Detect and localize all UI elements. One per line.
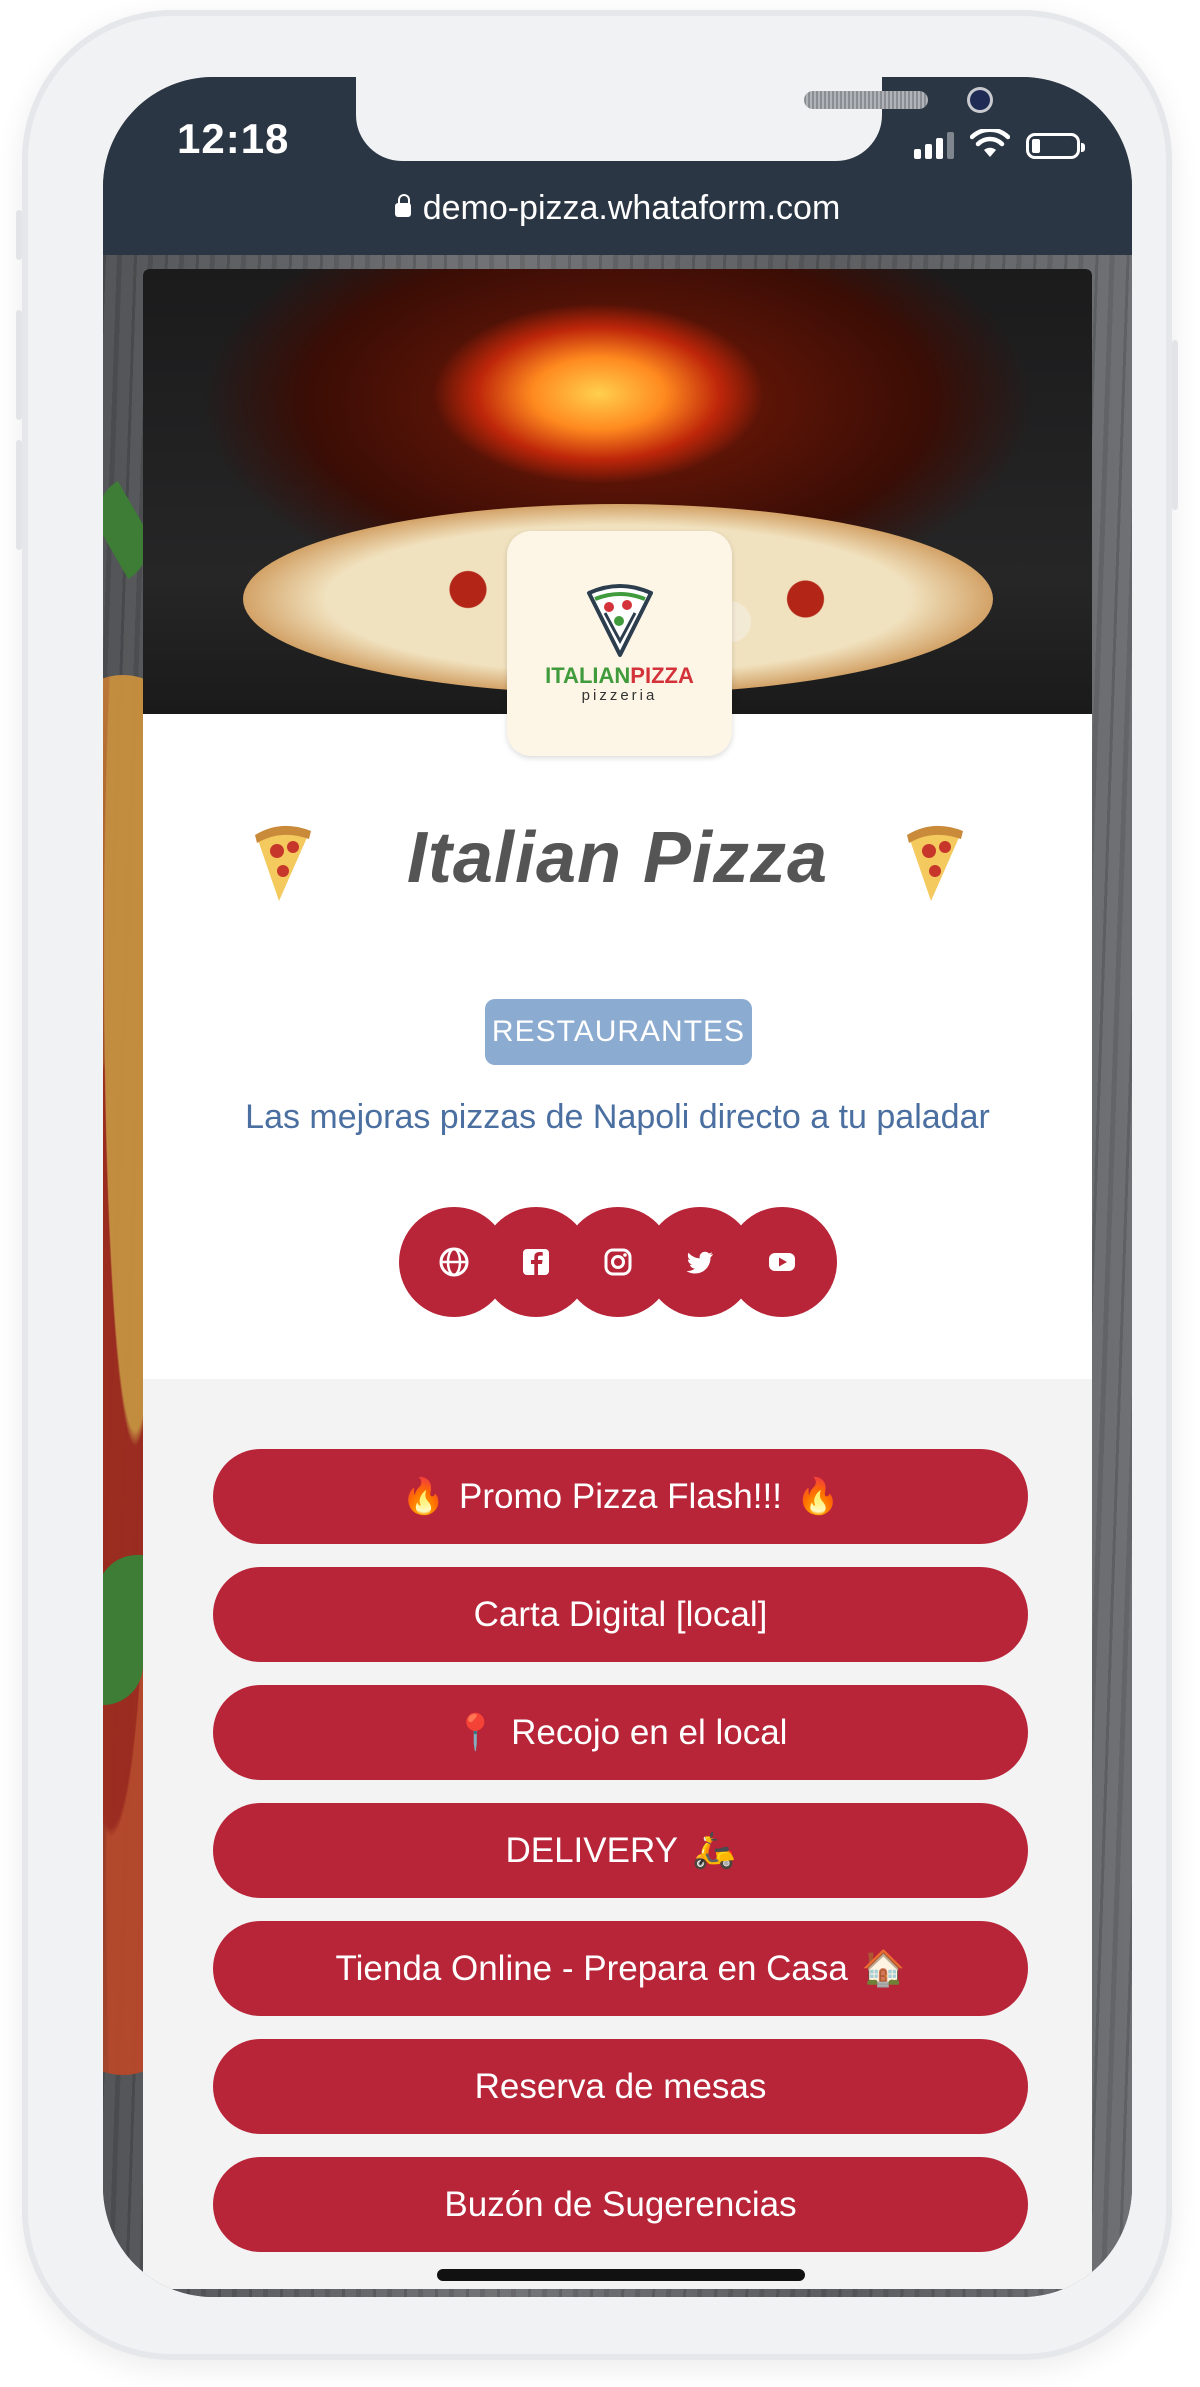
instagram-icon <box>604 1248 632 1276</box>
brand-logo: ITALIANPIZZA pizzeria <box>507 531 732 756</box>
notch <box>356 77 990 161</box>
link-label: Tienda Online - Prepara en Casa <box>335 1949 848 1988</box>
profile-card: ITALIANPIZZA pizzeria Italian Pizza REST… <box>143 269 1092 2289</box>
pizza-slice-emoji-icon <box>907 825 963 901</box>
cellular-signal-icon <box>914 131 954 159</box>
battery-icon <box>1026 133 1085 159</box>
fire-icon: 🔥 <box>401 1477 446 1516</box>
twitter-icon <box>686 1251 713 1274</box>
home-indicator[interactable] <box>437 2269 805 2281</box>
scooter-icon: 🛵 <box>691 1831 736 1870</box>
pizza-slice-logo-icon <box>586 584 653 657</box>
facebook-icon <box>523 1249 549 1275</box>
lock-icon <box>394 194 411 217</box>
link-button-reserva-mesas[interactable]: Reserva de mesas <box>213 2039 1028 2134</box>
map-pin-icon: 📍 <box>453 1713 498 1752</box>
power-button <box>1172 340 1178 510</box>
browser-top-bar: 12:18 demo-pizza.whataform.com <box>103 77 1132 255</box>
link-label: Promo Pizza Flash!!! <box>459 1477 782 1516</box>
url-text: demo-pizza.whataform.com <box>422 189 841 227</box>
globe-icon <box>439 1247 469 1277</box>
link-button-carta-digital[interactable]: Carta Digital [local] <box>213 1567 1028 1662</box>
phone-frame: 12:18 demo-pizza.whataform.com ITALIANPI… <box>16 10 1178 2360</box>
social-button-youtube[interactable] <box>727 1207 837 1317</box>
link-label: Recojo en el local <box>511 1713 788 1752</box>
basil-leaf <box>103 1555 143 1705</box>
fire-icon: 🔥 <box>795 1477 840 1516</box>
link-label: Buzón de Sugerencias <box>444 2185 797 2224</box>
volume-up-button <box>16 310 22 420</box>
status-icons <box>914 123 1085 159</box>
youtube-icon <box>769 1253 795 1271</box>
address-bar[interactable]: demo-pizza.whataform.com <box>103 189 1132 228</box>
wifi-icon <box>970 129 1010 157</box>
house-icon: 🏠 <box>861 1949 906 1988</box>
profile-description: Las mejoras pizzas de Napoli directo a t… <box>245 1098 990 1136</box>
link-button-tienda-online[interactable]: Tienda Online - Prepara en Casa 🏠 <box>213 1921 1028 2016</box>
front-camera <box>970 90 990 110</box>
link-button-buzon-sugerencias[interactable]: Buzón de Sugerencias <box>213 2157 1028 2252</box>
link-label: DELIVERY <box>505 1831 678 1870</box>
volume-down-button <box>16 440 22 550</box>
logo-wordmark: ITALIANPIZZA <box>545 663 694 688</box>
category-badge: RESTAURANTES <box>485 999 752 1065</box>
mute-switch <box>16 210 22 260</box>
social-links <box>399 1207 859 1317</box>
link-label: Carta Digital [local] <box>473 1595 768 1634</box>
phone-screen: 12:18 demo-pizza.whataform.com ITALIANPI… <box>103 77 1132 2297</box>
status-time: 12:18 <box>177 115 290 162</box>
link-button-recojo-local[interactable]: 📍 Recojo en el local <box>213 1685 1028 1780</box>
link-label: Reserva de mesas <box>474 2067 767 2106</box>
link-button-delivery[interactable]: DELIVERY 🛵 <box>213 1803 1028 1898</box>
title-row: Italian Pizza <box>143 817 1092 917</box>
link-button-promo-pizza-flash[interactable]: 🔥 Promo Pizza Flash!!! 🔥 <box>213 1449 1028 1544</box>
speaker-grille <box>804 91 928 109</box>
logo-subtitle: pizzeria <box>581 687 658 704</box>
links-list: 🔥 Promo Pizza Flash!!! 🔥 Carta Digital [… <box>143 1379 1092 2289</box>
